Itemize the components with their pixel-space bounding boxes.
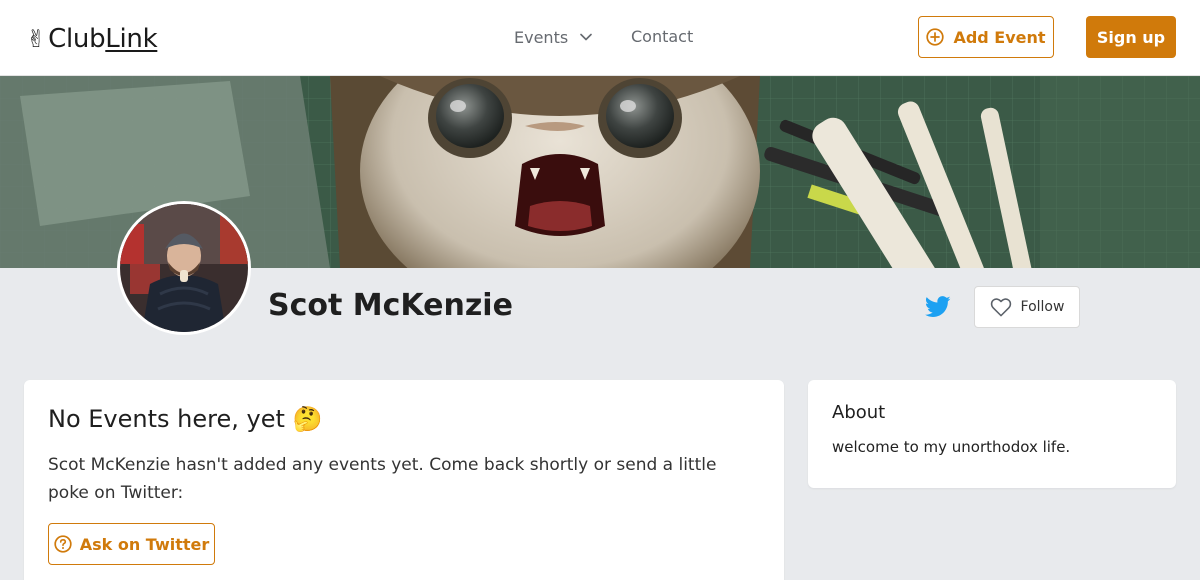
avatar-photo bbox=[120, 204, 248, 332]
twitter-profile-link[interactable] bbox=[924, 295, 951, 319]
about-text: welcome to my unorthodox life. bbox=[832, 438, 1071, 456]
plus-circle-icon bbox=[926, 28, 945, 46]
profile-name: Scot McKenzie bbox=[268, 288, 513, 323]
follow-button[interactable]: Follow bbox=[974, 286, 1080, 328]
no-events-heading: No Events here, yet 🤔 bbox=[48, 404, 760, 434]
about-card: About welcome to my unorthodox life. bbox=[808, 380, 1176, 488]
heart-icon bbox=[990, 298, 1011, 317]
victory-hand-icon: ✌ bbox=[26, 25, 47, 53]
twitter-icon bbox=[924, 296, 951, 317]
follow-label: Follow bbox=[1020, 299, 1065, 315]
no-events-message: Scot McKenzie hasn't added any events ye… bbox=[48, 455, 717, 503]
logo-text-club: Club bbox=[48, 24, 106, 54]
add-event-label: Add Event bbox=[953, 27, 1046, 47]
clublink-logo[interactable]: ✌ ClubLink bbox=[26, 22, 158, 56]
signup-button[interactable]: Sign up bbox=[1086, 16, 1176, 58]
add-event-button[interactable]: Add Event bbox=[918, 16, 1054, 58]
nav-contact-link[interactable]: Contact bbox=[631, 26, 693, 48]
logo-text-link: Link bbox=[105, 24, 158, 54]
ask-on-twitter-label: Ask on Twitter bbox=[79, 534, 210, 554]
about-heading: About bbox=[832, 402, 886, 423]
nav-events-label: Events bbox=[514, 27, 569, 47]
events-card: No Events here, yet 🤔 Scot McKenzie hasn… bbox=[24, 380, 784, 580]
thinking-face-icon: 🤔 bbox=[292, 405, 323, 433]
nav-events-dropdown[interactable]: Events bbox=[514, 26, 592, 48]
chevron-down-icon bbox=[580, 33, 592, 41]
ask-on-twitter-button[interactable]: Ask on Twitter bbox=[48, 523, 215, 565]
question-circle-icon bbox=[54, 535, 72, 553]
logo-text: ClubLink bbox=[48, 24, 158, 54]
profile-avatar bbox=[117, 201, 251, 335]
no-events-heading-text: No Events here, yet bbox=[48, 405, 285, 433]
top-header: ✌ ClubLink Events Contact Add Event Sign… bbox=[0, 0, 1200, 76]
